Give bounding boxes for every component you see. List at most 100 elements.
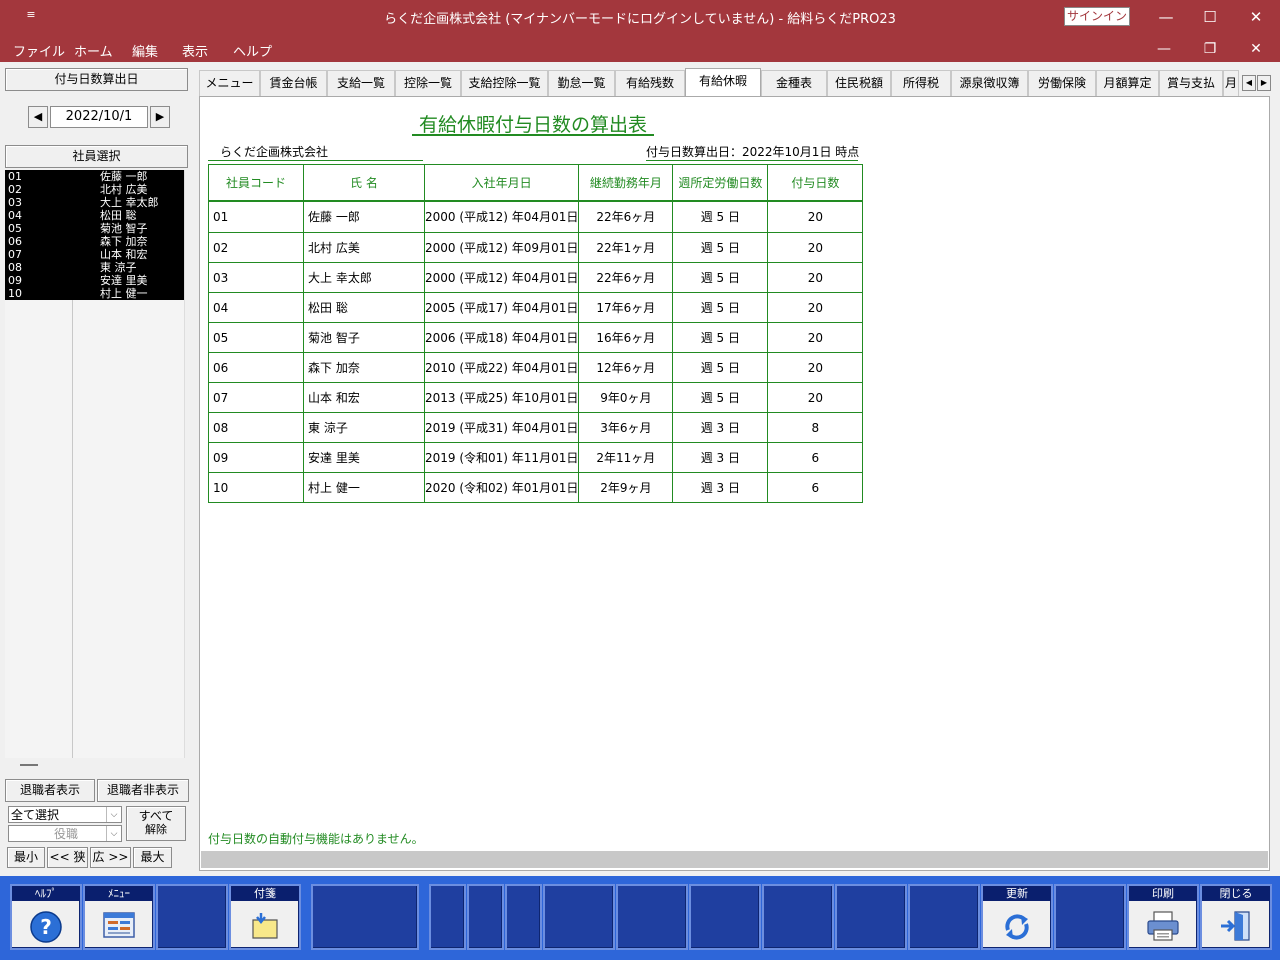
cell-tenure: 2年11ヶ月 (578, 442, 674, 473)
list-item[interactable]: 03 大上 幸太郎 (5, 196, 184, 209)
cell-hire-date: 2000 (平成12) 年09月01日 (423, 232, 580, 263)
tab-denomination[interactable]: 金種表 (761, 70, 827, 96)
tab-scroll-right-icon[interactable]: ▶ (1257, 75, 1271, 91)
list-item[interactable]: 10 村上 健一 (5, 287, 184, 300)
table-row: 01 佐藤 一郎 2000 (平成12) 年04月01日 22年6ヶ月 週 5 … (208, 199, 864, 233)
tab-payment-list[interactable]: 支給一覧 (327, 70, 395, 96)
close-button[interactable]: 閉じる (1200, 884, 1272, 950)
help-button[interactable]: ﾍﾙﾌﾟ ? (10, 884, 82, 950)
menu-home[interactable]: ホーム (74, 41, 113, 60)
prev-date-button[interactable]: ◀ (28, 106, 48, 128)
tab-withholding-book[interactable]: 源泉徴収簿 (951, 70, 1028, 96)
print-button[interactable]: 印刷 (1127, 884, 1199, 950)
horizontal-scrollbar[interactable] (201, 851, 1268, 868)
doc-restore-icon[interactable]: ❐ (1187, 38, 1233, 60)
fkey-blank-7[interactable] (616, 884, 688, 950)
menu-button[interactable]: ﾒﾆｭｰ (83, 884, 155, 950)
tab-scroll-left-icon[interactable]: ◀ (1242, 75, 1256, 91)
list-item[interactable]: 05 菊池 智子 (5, 222, 184, 235)
splitter-handle[interactable] (20, 764, 38, 766)
fkey-blank-9[interactable] (762, 884, 834, 950)
table-row: 06 森下 加奈 2010 (平成22) 年04月01日 12年6ヶ月 週 5 … (208, 352, 864, 383)
tab-bonus-payment[interactable]: 賞与支払 (1159, 70, 1223, 96)
signin-button[interactable]: サインイン (1064, 7, 1130, 26)
fkey-blank-10[interactable] (835, 884, 907, 950)
list-item[interactable]: 02 北村 広美 (5, 183, 184, 196)
tab-paid-leave[interactable]: 有給休暇 (685, 68, 761, 96)
sticky-note-button[interactable]: 付箋 (229, 884, 301, 950)
position-dropdown[interactable]: 役職 ⌵ (8, 825, 122, 842)
size-max-button[interactable]: 最大 (133, 847, 172, 868)
fkey-blank-2[interactable] (311, 884, 419, 950)
cell-grant-days: 20 (767, 262, 864, 293)
window-title: らくだ企画株式会社 (マイナンバーモードにログインしていません) - 給料らくだ… (384, 12, 896, 27)
table-row: 09 安達 里美 2019 (令和01) 年11月01日 2年11ヶ月 週 3 … (208, 442, 864, 473)
size-min-button[interactable]: 最小 (7, 847, 45, 868)
refresh-button[interactable]: 更新 (981, 884, 1053, 950)
cell-days-per-week: 週 3 日 (672, 442, 769, 473)
cell-hire-date: 2010 (平成22) 年04月01日 (423, 352, 580, 383)
list-item[interactable]: 04 松田 聡 (5, 209, 184, 222)
list-item[interactable]: 08 東 涼子 (5, 261, 184, 274)
list-item[interactable]: 06 森下 加奈 (5, 235, 184, 248)
cell-code: 04 (208, 292, 304, 323)
minimize-icon[interactable]: — (1143, 4, 1189, 30)
doc-close-icon[interactable]: ✕ (1233, 38, 1279, 60)
cell-days-per-week: 週 3 日 (672, 412, 769, 443)
cell-hire-date: 2020 (令和02) 年01月01日 (423, 472, 580, 503)
tab-labor-insurance[interactable]: 労働保険 (1028, 70, 1096, 96)
fkey-blank-3[interactable] (429, 884, 466, 950)
column-header: 週所定労働日数 (672, 164, 769, 201)
close-icon[interactable]: ✕ (1233, 4, 1279, 30)
table-row: 03 大上 幸太郎 2000 (平成12) 年04月01日 22年6ヶ月 週 5… (208, 262, 864, 293)
list-item[interactable]: 09 安達 里美 (5, 274, 184, 287)
doc-minimize-icon[interactable]: — (1141, 38, 1187, 60)
fkey-blank-11[interactable] (908, 884, 980, 950)
fkey-blank-4[interactable] (467, 884, 504, 950)
next-date-button[interactable]: ▶ (150, 106, 170, 128)
column-header: 付与日数 (767, 164, 864, 201)
tab-attendance-list[interactable]: 勤怠一覧 (548, 70, 615, 96)
size-narrow-button[interactable]: << 狭 (47, 847, 88, 868)
fkey-blank-6[interactable] (543, 884, 615, 950)
fkey-blank-8[interactable] (689, 884, 761, 950)
select-all-dropdown[interactable]: 全て選択 ⌵ (8, 806, 122, 823)
cell-tenure: 22年6ヶ月 (578, 199, 674, 233)
cell-code: 03 (208, 262, 304, 293)
calc-date-field[interactable]: 2022/10/1 (50, 106, 148, 128)
fkey-blank-12[interactable] (1054, 884, 1126, 950)
hide-retired-button[interactable]: 退職者非表示 (97, 779, 189, 802)
quick-access-icon[interactable]: ≡ (22, 8, 40, 21)
tab-monthly-calc[interactable]: 月額算定 (1096, 70, 1159, 96)
tab-deduction-list[interactable]: 控除一覧 (395, 70, 461, 96)
employee-select-button[interactable]: 社員選択 (5, 145, 188, 168)
menu-help[interactable]: ヘルプ (233, 41, 272, 60)
list-item[interactable]: 07 山本 和宏 (5, 248, 184, 261)
employee-list-selected[interactable]: 01 佐藤 一郎 02 北村 広美 03 大上 幸太郎 04 松田 聡 05 菊池 智子 … (5, 170, 184, 300)
chevron-down-icon[interactable]: ⌵ (106, 807, 121, 822)
list-item[interactable]: 01 佐藤 一郎 (5, 170, 184, 183)
tab-resident-tax[interactable]: 住民税額 (827, 70, 891, 96)
cell-days-per-week: 週 3 日 (672, 472, 769, 503)
chevron-down-icon[interactable]: ⌵ (106, 826, 121, 841)
menu-view[interactable]: 表示 (182, 41, 208, 60)
clear-all-button[interactable]: すべて 解除 (126, 806, 186, 841)
maximize-icon[interactable]: ☐ (1187, 4, 1233, 30)
cell-code: 07 (208, 382, 304, 413)
calc-date-button[interactable]: 付与日数算出日 (5, 68, 188, 91)
cell-days-per-week: 週 5 日 (672, 322, 769, 353)
cell-grant-days: 20 (767, 322, 864, 353)
fkey-blank-1[interactable] (156, 884, 228, 950)
menu-edit[interactable]: 編集 (132, 41, 158, 60)
show-retired-button[interactable]: 退職者表示 (5, 779, 95, 802)
tab-payment-deduction-list[interactable]: 支給控除一覧 (461, 70, 548, 96)
menu-file[interactable]: ファイル (13, 41, 65, 60)
fkey-blank-5[interactable] (505, 884, 542, 950)
calc-date-label: 付与日数算出日：2022年10月1日 時点 (646, 145, 860, 161)
tab-paid-leave-balance[interactable]: 有給残数 (615, 70, 685, 96)
size-wide-button[interactable]: 広 >> (90, 847, 131, 868)
tab-more[interactable]: 月 (1223, 70, 1239, 96)
tab-income-tax[interactable]: 所得税 (891, 70, 951, 96)
tab-menu[interactable]: メニュー (199, 70, 260, 96)
tab-wage-ledger[interactable]: 賃金台帳 (260, 70, 327, 96)
